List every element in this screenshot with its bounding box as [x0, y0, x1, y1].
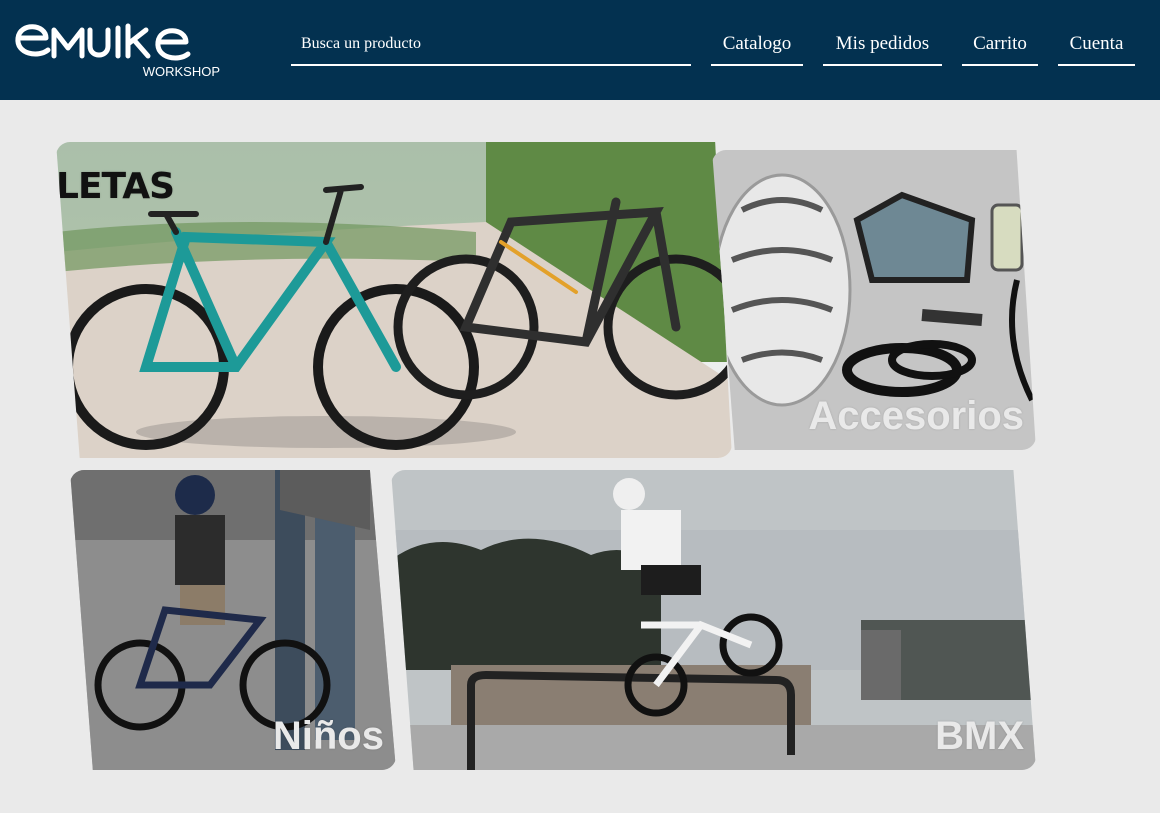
- embike-logo[interactable]: WORKSHOP: [12, 12, 227, 82]
- category-tile-bmx[interactable]: BMX: [391, 470, 1036, 770]
- tile-label-bmx: BMX: [935, 714, 1024, 758]
- search-input[interactable]: [291, 24, 691, 64]
- nav-catalogo[interactable]: Catalogo: [711, 24, 803, 66]
- helmet-image: [712, 173, 852, 407]
- tile-label-bicicletas: LETAS: [56, 166, 175, 207]
- nav-mis-pedidos[interactable]: Mis pedidos: [823, 24, 942, 66]
- category-tile-accesorios[interactable]: Accesorios: [712, 150, 1036, 450]
- top-header: WORKSHOP Catalogo Mis pedidos Carrito Cu…: [0, 0, 1160, 100]
- tile-label-accesorios: Accesorios: [808, 394, 1024, 438]
- nav-carrito[interactable]: Carrito: [962, 24, 1038, 66]
- nav-cuenta[interactable]: Cuenta: [1058, 24, 1135, 66]
- category-tile-bicicletas[interactable]: LETAS: [56, 142, 732, 458]
- category-tile-ninos[interactable]: Niños: [70, 470, 396, 770]
- svg-text:WORKSHOP: WORKSHOP: [143, 64, 220, 79]
- search-box: [291, 24, 691, 66]
- tile-label-ninos: Niños: [272, 714, 384, 758]
